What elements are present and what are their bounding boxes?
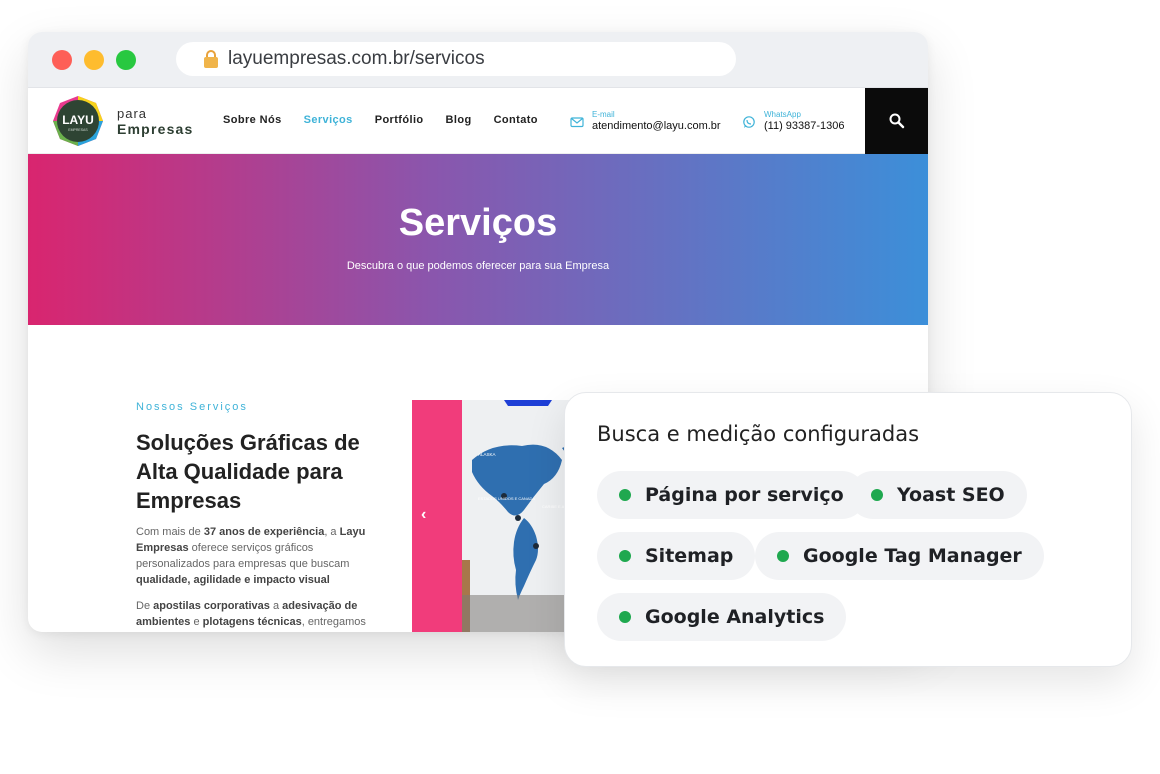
nav-blog[interactable]: Blog — [446, 114, 472, 126]
search-icon — [889, 113, 904, 129]
url-text: layuempresas.com.br/servicos — [228, 48, 485, 69]
hero-title: Serviços — [398, 202, 558, 244]
address-bar[interactable]: layuempresas.com.br/servicos — [176, 42, 736, 76]
search-button[interactable] — [865, 88, 928, 154]
card-title: Busca e medição configuradas — [597, 422, 920, 446]
chip-pagina-por-servico: Página por serviço — [597, 471, 866, 519]
carousel-side-bar — [412, 400, 462, 632]
maximize-window-button[interactable] — [116, 50, 136, 70]
section-heading: Soluções Gráficas de Alta Qualidade para… — [136, 430, 360, 513]
logo-para-text: para — [117, 106, 148, 121]
chip-google-tag-manager: Google Tag Manager — [755, 532, 1044, 580]
email-value: atendimento@layu.com.br — [592, 120, 721, 132]
hero-banner: Serviços Descubra o que podemos oferecer… — [28, 154, 928, 325]
email-contact[interactable]: E-mail atendimento@layu.com.br — [570, 110, 721, 133]
logo-text: LAYU — [62, 113, 94, 127]
minimize-window-button[interactable] — [84, 50, 104, 70]
nav-portfolio[interactable]: Portfólio — [375, 114, 424, 126]
status-dot — [619, 489, 631, 501]
seo-setup-card: Busca e medição configuradas Página por … — [564, 392, 1132, 667]
logo-subtext: EMPRESAS — [68, 128, 88, 132]
chip-sitemap: Sitemap — [597, 532, 756, 580]
chip-yoast-seo: Yoast SEO — [849, 471, 1027, 519]
whatsapp-label: WhatsApp — [764, 110, 801, 119]
map-label-alaska: ALASKA — [478, 452, 496, 457]
intro-paragraph: Com mais de 37 anos de experiência, a La… — [136, 526, 366, 586]
status-dot — [619, 550, 631, 562]
site-header: LAYU EMPRESAS para Empresas Sobre Nós Se… — [28, 88, 928, 154]
status-dot — [777, 550, 789, 562]
hero-subtitle: Descubra o que podemos oferecer para sua… — [346, 260, 610, 272]
mail-icon — [570, 117, 584, 128]
browser-toolbar: layuempresas.com.br/servicos — [28, 32, 928, 88]
nav-servicos[interactable]: Serviços — [304, 114, 353, 126]
section-eyebrow: Nossos Serviços — [136, 401, 248, 413]
map-label-usa: ESTADOS UNIDOS E CANADÁ — [478, 496, 535, 501]
chip-google-analytics: Google Analytics — [597, 593, 847, 641]
status-dot — [619, 611, 631, 623]
services-paragraph: De apostilas corporativas a adesivação d… — [136, 600, 366, 628]
lock-icon — [204, 50, 218, 68]
email-label: E-mail — [592, 110, 615, 119]
main-nav: Sobre Nós Serviços Portfólio Blog Contat… — [223, 114, 538, 126]
whatsapp-contact[interactable]: WhatsApp (11) 93387-1306 — [742, 110, 845, 133]
close-window-button[interactable] — [52, 50, 72, 70]
carousel-prev-button[interactable]: ‹ — [421, 506, 426, 524]
whatsapp-icon — [743, 116, 755, 128]
layu-logo[interactable]: LAYU EMPRESAS — [52, 95, 104, 147]
nav-contato[interactable]: Contato — [494, 114, 538, 126]
status-dot — [871, 489, 883, 501]
logo-empresas-text: Empresas — [117, 121, 194, 137]
whatsapp-value: (11) 93387-1306 — [764, 120, 845, 132]
nav-sobre-nos[interactable]: Sobre Nós — [223, 114, 282, 126]
